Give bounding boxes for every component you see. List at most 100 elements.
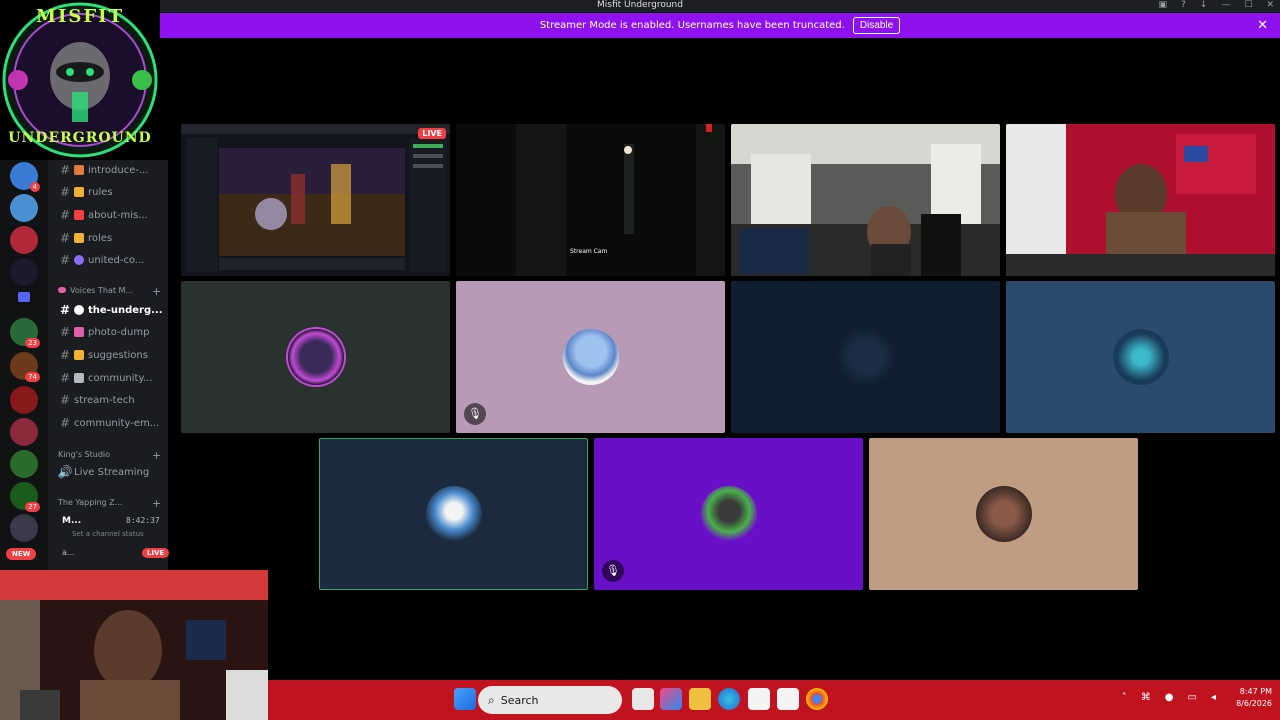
text-channel-icon: # (59, 393, 71, 407)
tile-user-blue[interactable] (1006, 281, 1275, 433)
volume-icon[interactable]: ◂ (1211, 692, 1216, 703)
channel-item[interactable]: # united-co... (48, 250, 168, 270)
window-titlebar: Ai Misfit Underground ▣ ? ↓ — ☐ ✕ (0, 0, 1280, 12)
tile-user-slate-speaking[interactable] (319, 438, 588, 590)
close-banner-icon[interactable]: ✕ (1257, 18, 1268, 33)
channel-status[interactable]: Set a channel status (72, 530, 144, 538)
tile-user-purple[interactable]: 🎙 (594, 438, 863, 590)
mention-badge: 4 (29, 182, 40, 192)
server-icon[interactable] (10, 386, 38, 414)
channel-name: community-em... (74, 417, 160, 429)
live-badge: LIVE (142, 548, 170, 558)
tile-screen-share[interactable]: LIVE (181, 124, 450, 276)
file-explorer-icon[interactable] (689, 688, 711, 710)
display-icon[interactable]: ▭ (1188, 692, 1197, 703)
taskbar-clock[interactable]: 8:47 PM 8/6/2026 (1236, 686, 1272, 710)
category-kings-studio[interactable]: King's Studio + (58, 449, 161, 462)
server-icon[interactable]: 4 (10, 162, 40, 192)
add-channel-icon[interactable]: + (152, 497, 161, 510)
user-avatar (287, 329, 344, 385)
voice-user-row[interactable]: M... 8:42:37 Set a channel status (56, 516, 166, 546)
user-avatar (975, 486, 1032, 542)
voice-timer: 8:42:37 (126, 516, 160, 525)
streamer-mode-banner: Streamer Mode is enabled. Usernames have… (160, 13, 1280, 38)
store-icon[interactable] (748, 688, 770, 710)
channel-item[interactable]: # community-em... (48, 413, 168, 433)
tile-dark-room-cam[interactable]: Stream Cam (456, 124, 725, 276)
tile-kitchen-cam[interactable] (731, 124, 1000, 276)
user-avatar (700, 486, 757, 542)
copilot-icon[interactable] (660, 688, 682, 710)
server-icon[interactable]: 23 (10, 318, 40, 348)
live-user-row[interactable]: a... LIVE (62, 548, 172, 562)
live-user-name: a... (62, 548, 75, 557)
search-icon: ⌕ (488, 692, 495, 707)
window-title: Misfit Underground (597, 0, 683, 10)
category-yapping[interactable]: The Yapping Z... + (58, 497, 161, 510)
mention-badge: 23 (25, 338, 40, 348)
document-app-icon[interactable] (777, 688, 799, 710)
add-channel-icon[interactable]: + (152, 449, 161, 462)
text-channel-icon: # (59, 208, 71, 222)
network-icon[interactable]: ⌘ (1141, 692, 1151, 703)
tile-red-room-cam[interactable] (1006, 124, 1275, 276)
category-label: Voices That M... (70, 286, 134, 295)
chevron-up-icon[interactable]: ˄ (1122, 692, 1127, 703)
minimize-icon[interactable]: — (1221, 0, 1230, 10)
channel-item[interactable]: # roles (48, 228, 168, 248)
server-icon[interactable]: 74 (10, 352, 40, 382)
inbox-icon[interactable]: ▣ (1159, 0, 1168, 10)
task-view-icon[interactable] (632, 688, 654, 710)
server-icon[interactable] (10, 450, 38, 478)
channel-item[interactable]: # photo-dump (48, 322, 168, 342)
mention-badge: 74 (25, 372, 40, 382)
help-icon[interactable]: ? (1181, 0, 1186, 10)
server-icon[interactable] (10, 194, 38, 222)
maximize-icon[interactable]: ☐ (1244, 0, 1252, 10)
channel-list: # introduce-... # rules # about-mis... # rol… (48, 160, 170, 570)
tile-user-lilac[interactable]: 🎙 (456, 281, 725, 433)
category-voices[interactable]: Voices That M... + (58, 285, 161, 298)
server-icon[interactable] (10, 258, 38, 286)
voice-channel-item[interactable]: 🔊 Live Streaming (48, 462, 168, 482)
channel-item[interactable]: # community... (48, 368, 168, 388)
mic-icon[interactable]: ● (1165, 692, 1174, 703)
logo-text-bottom: UNDERGROUND (8, 130, 152, 146)
webcam-feed (0, 570, 268, 720)
close-window-icon[interactable]: ✕ (1266, 0, 1274, 10)
channel-item[interactable]: # stream-tech (48, 390, 168, 410)
server-icon[interactable] (10, 418, 38, 446)
text-channel-icon: # (59, 163, 71, 177)
channel-emoji-icon (74, 165, 84, 175)
text-channel-icon: # (59, 325, 71, 339)
folder-icon[interactable] (18, 292, 30, 302)
category-label: King's Studio (58, 450, 111, 459)
windows-start-icon[interactable] (454, 688, 476, 710)
channel-name: the-underg... (88, 304, 163, 316)
server-icon[interactable] (10, 226, 38, 254)
download-icon[interactable]: ↓ (1200, 0, 1208, 10)
edge-browser-icon[interactable] (718, 688, 740, 710)
channel-item-active[interactable]: # the-underg... (48, 300, 168, 320)
new-badge[interactable]: NEW (6, 548, 37, 560)
kitchen-video (731, 124, 1000, 276)
voice-user-name: M... (62, 516, 82, 526)
disable-streamer-mode-button[interactable]: Disable (852, 17, 901, 34)
chrome-icon[interactable] (806, 688, 828, 710)
tile-user-navy[interactable] (731, 281, 1000, 433)
tile-user-tan[interactable] (869, 438, 1138, 590)
channel-emoji-icon (74, 327, 84, 337)
channel-item[interactable]: # suggestions (48, 345, 168, 365)
channel-item[interactable]: # rules (48, 182, 168, 202)
user-avatar (562, 329, 619, 385)
channel-item[interactable]: # about-mis... (48, 205, 168, 225)
channel-item[interactable]: # introduce-... (48, 160, 168, 180)
tile-user-green[interactable] (181, 281, 450, 433)
category-emoji-icon (58, 287, 66, 293)
server-icon[interactable]: 27 (10, 482, 40, 512)
server-icon[interactable] (10, 514, 38, 542)
taskbar-search[interactable]: ⌕ Search (478, 686, 622, 714)
speaker-icon: 🔊 (57, 465, 73, 479)
add-channel-icon[interactable]: + (152, 285, 161, 298)
category-label: The Yapping Z... (58, 498, 123, 507)
